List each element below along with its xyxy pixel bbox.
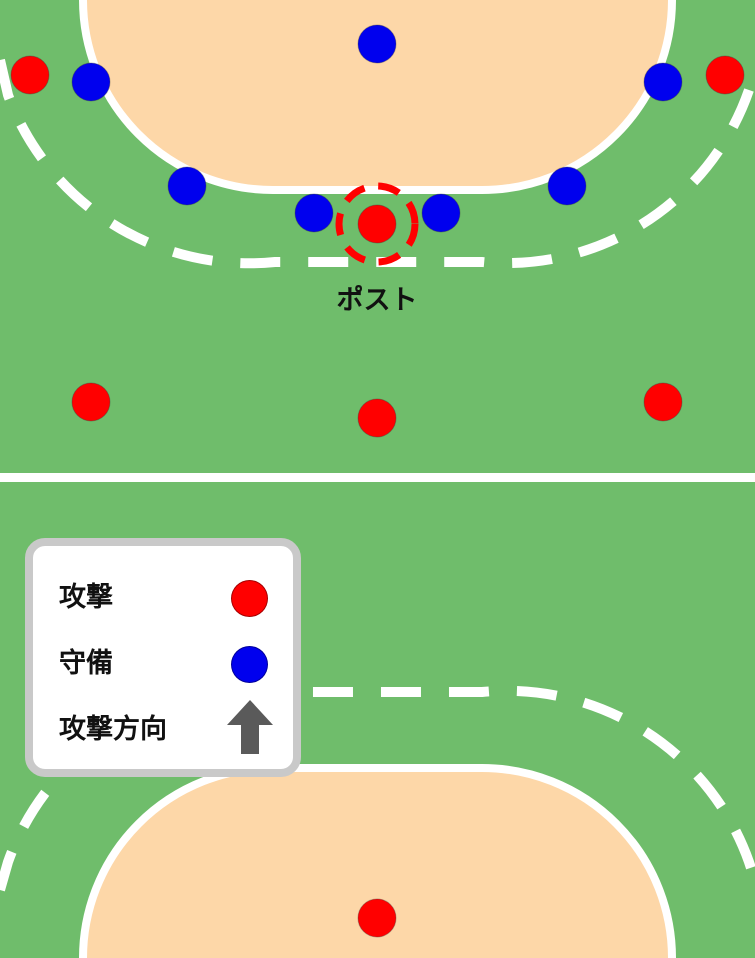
- attack-player: [705, 55, 745, 95]
- legend-row-defense: 守備: [59, 644, 279, 684]
- defense-player: [547, 166, 587, 206]
- post-label: ポスト: [336, 285, 418, 316]
- attack-player: [10, 55, 50, 95]
- attack-player: [357, 398, 397, 438]
- attack-goalkeeper: [357, 898, 397, 938]
- red-circle-icon: [231, 580, 268, 617]
- legend-defense-label: 守備: [59, 648, 113, 679]
- defense-player: [643, 62, 683, 102]
- center-line: [0, 473, 755, 482]
- defense-player: [167, 166, 207, 206]
- legend-attack-label: 攻撃: [59, 582, 113, 613]
- defense-player: [71, 62, 111, 102]
- blue-circle-icon: [231, 646, 268, 683]
- defense-player: [421, 193, 461, 233]
- up-arrow-icon: [227, 700, 273, 754]
- defense-player: [294, 193, 334, 233]
- legend-direction-label: 攻撃方向: [59, 714, 167, 745]
- legend: 攻撃 守備 攻撃方向: [25, 538, 301, 777]
- defense-player: [357, 24, 397, 64]
- legend-row-direction: 攻撃方向: [59, 700, 279, 754]
- legend-row-attack: 攻撃: [59, 578, 279, 618]
- handball-court: [0, 0, 755, 958]
- attack-player: [71, 382, 111, 422]
- attack-player-post: [357, 204, 397, 244]
- attack-player: [643, 382, 683, 422]
